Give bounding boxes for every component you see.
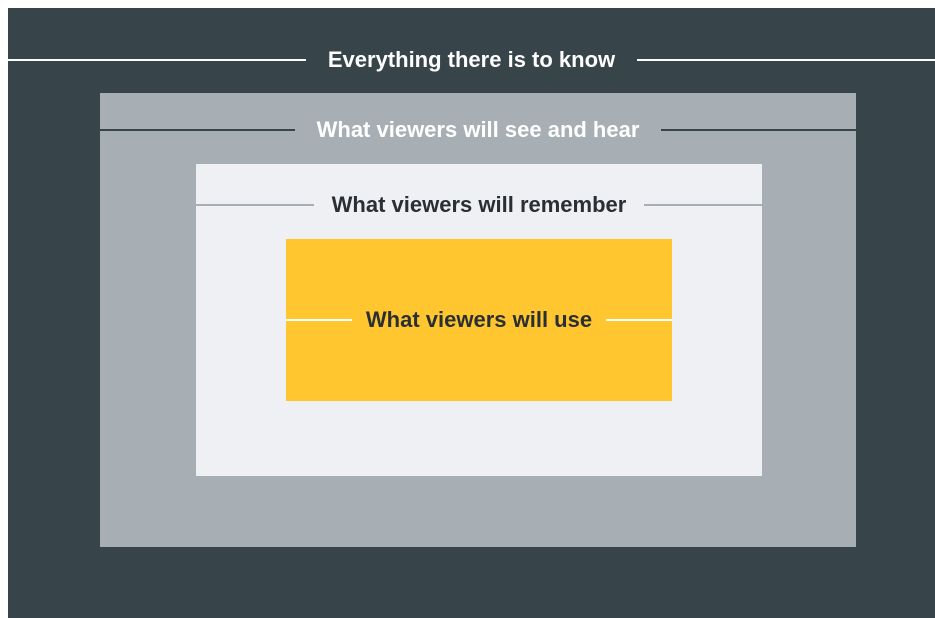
- level-use-label-row: What viewers will use: [286, 305, 672, 335]
- level-use-box: What viewers will use: [286, 239, 672, 401]
- level-remember-label: What viewers will remember: [331, 192, 627, 217]
- level-use-line-left: [286, 319, 352, 321]
- level-everything-line-right: [637, 59, 935, 61]
- level-use-label: What viewers will use: [365, 307, 593, 332]
- level-use-line-right: [606, 319, 672, 321]
- level-see-hear-line-left: [100, 129, 295, 131]
- level-remember-label-row: What viewers will remember: [196, 190, 763, 220]
- level-remember-line-right: [644, 204, 763, 206]
- level-see-hear-line-right: [661, 129, 857, 131]
- level-everything-label-row: Everything there is to know: [8, 45, 935, 75]
- level-everything-line-left: [8, 59, 306, 61]
- level-remember-line-left: [196, 204, 314, 206]
- level-see-hear-label-row: What viewers will see and hear: [100, 115, 857, 145]
- level-everything-label: Everything there is to know: [327, 47, 616, 72]
- level-see-hear-label: What viewers will see and hear: [316, 117, 640, 142]
